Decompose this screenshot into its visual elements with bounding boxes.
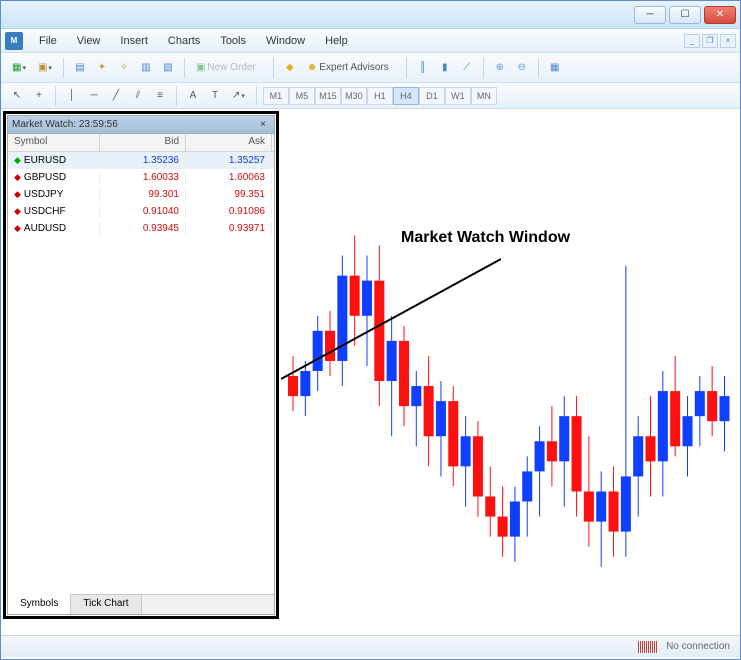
new-order-button[interactable]: ▣ New Order xyxy=(191,57,267,79)
app-icon: M xyxy=(5,32,23,50)
app-window: ─ ☐ ✕ M File View Insert Charts Tools Wi… xyxy=(0,0,741,660)
ask-value: 0.91086 xyxy=(186,205,272,218)
tile-windows-button[interactable]: ▦ xyxy=(545,57,565,79)
symbol-name: AUDUSD xyxy=(24,223,66,234)
annotation-line xyxy=(281,239,501,389)
ask-value: 1.35257 xyxy=(186,154,272,167)
candle-chart-button[interactable]: ▮ xyxy=(435,57,455,79)
workspace: Market Watch: 23:59:56 × Symbol Bid Ask … xyxy=(1,109,740,657)
bid-value: 99.301 xyxy=(100,188,186,201)
line-chart-button[interactable]: ⟋ xyxy=(457,57,477,79)
mdi-minimize-button[interactable]: _ xyxy=(684,34,700,48)
expert-advisors-button[interactable]: ☻ Expert Advisors xyxy=(302,57,400,79)
market-watch-title-text: Market Watch: 23:59:56 xyxy=(12,119,118,130)
market-watch-body: ◆EURUSD1.352361.35257◆GBPUSD1.600331.600… xyxy=(8,152,274,592)
menu-view[interactable]: View xyxy=(67,32,111,50)
timeframe-w1[interactable]: W1 xyxy=(445,87,471,105)
data-window-toggle[interactable]: ✧ xyxy=(114,57,134,79)
col-bid[interactable]: Bid xyxy=(100,134,186,151)
col-symbol[interactable]: Symbol xyxy=(8,134,100,151)
down-arrow-icon: ◆ xyxy=(14,172,21,183)
menubar: M File View Insert Charts Tools Window H… xyxy=(1,29,740,53)
strategy-tester-toggle[interactable]: ▧ xyxy=(158,57,178,79)
symbol-name: USDCHF xyxy=(24,206,66,217)
down-arrow-icon: ◆ xyxy=(14,189,21,200)
menu-window[interactable]: Window xyxy=(256,32,315,50)
market-watch-tabs: Symbols Tick Chart xyxy=(8,594,274,614)
timeframe-m30[interactable]: M30 xyxy=(341,87,367,105)
market-watch-title[interactable]: Market Watch: 23:59:56 × xyxy=(8,116,274,134)
close-button[interactable]: ✕ xyxy=(704,6,736,24)
maximize-button[interactable]: ☐ xyxy=(669,6,701,24)
navigator-toggle[interactable]: ✦ xyxy=(92,57,112,79)
mdi-close-button[interactable]: × xyxy=(720,34,736,48)
new-chart-button[interactable]: ▦▾ xyxy=(7,57,31,79)
text-label-tool[interactable]: A xyxy=(183,85,203,107)
bar-chart-button[interactable]: ║ xyxy=(413,57,433,79)
timeframe-h4[interactable]: H4 xyxy=(393,87,419,105)
timeframe-m15[interactable]: M15 xyxy=(315,87,341,105)
down-arrow-icon: ◆ xyxy=(14,223,21,234)
bid-value: 0.91040 xyxy=(100,205,186,218)
timeframe-d1[interactable]: D1 xyxy=(419,87,445,105)
market-watch-header: Symbol Bid Ask xyxy=(8,134,274,152)
horizontal-line-tool[interactable]: ─ xyxy=(84,85,104,107)
connection-icon xyxy=(638,641,658,653)
menu-tools[interactable]: Tools xyxy=(210,32,256,50)
ask-value: 0.93971 xyxy=(186,222,272,235)
menu-insert[interactable]: Insert xyxy=(110,32,158,50)
bid-value: 0.93945 xyxy=(100,222,186,235)
fibonacci-tool[interactable]: ≡ xyxy=(150,85,170,107)
symbol-name: GBPUSD xyxy=(24,172,66,183)
symbol-row-gbpusd[interactable]: ◆GBPUSD 1.600331.60063 xyxy=(8,169,274,186)
symbol-row-audusd[interactable]: ◆AUDUSD 0.939450.93971 xyxy=(8,220,274,237)
symbol-name: EURUSD xyxy=(24,155,66,166)
symbol-name: USDJPY xyxy=(24,189,63,200)
text-tool[interactable]: T xyxy=(205,85,225,107)
symbol-row-usdjpy[interactable]: ◆USDJPY 99.30199.351 xyxy=(8,186,274,203)
arrows-tool[interactable]: ↗▾ xyxy=(227,85,250,107)
zoom-in-button[interactable]: ⊕ xyxy=(490,57,510,79)
vertical-line-tool[interactable]: │ xyxy=(62,85,82,107)
profiles-button[interactable]: ▣▾ xyxy=(33,57,57,79)
menu-file[interactable]: File xyxy=(29,32,67,50)
menu-charts[interactable]: Charts xyxy=(158,32,210,50)
down-arrow-icon: ◆ xyxy=(14,206,21,217)
market-watch-toggle[interactable]: ▤ xyxy=(70,57,90,79)
annotation-label: Market Watch Window xyxy=(401,229,570,247)
up-arrow-icon: ◆ xyxy=(14,155,21,166)
market-watch-close-icon[interactable]: × xyxy=(256,118,270,132)
connection-status: No connection xyxy=(666,641,730,652)
trendline-tool[interactable]: ╱ xyxy=(106,85,126,107)
ask-value: 1.60063 xyxy=(186,171,272,184)
timeframe-mn[interactable]: MN xyxy=(471,87,497,105)
tab-tick-chart[interactable]: Tick Chart xyxy=(71,595,141,614)
col-ask[interactable]: Ask xyxy=(186,134,272,151)
crosshair-tool[interactable]: + xyxy=(29,85,49,107)
bid-value: 1.60033 xyxy=(100,171,186,184)
bid-value: 1.35236 xyxy=(100,154,186,167)
main-toolbar: ▦▾ ▣▾ ▤ ✦ ✧ ▥ ▧ ▣ New Order ◆ ☻ Expert A… xyxy=(1,53,740,83)
zoom-out-button[interactable]: ⊖ xyxy=(512,57,532,79)
symbol-row-usdchf[interactable]: ◆USDCHF 0.910400.91086 xyxy=(8,203,274,220)
cursor-tool[interactable]: ↖ xyxy=(7,85,27,107)
drawing-toolbar: ↖ + │ ─ ╱ ⫽ ≡ A T ↗▾ M1M5M15M30H1H4D1W1M… xyxy=(1,83,740,109)
minimize-button[interactable]: ─ xyxy=(634,6,666,24)
titlebar: ─ ☐ ✕ xyxy=(1,1,740,29)
market-watch-panel: Market Watch: 23:59:56 × Symbol Bid Ask … xyxy=(7,115,275,615)
statusbar: No connection xyxy=(1,635,740,657)
metaquotes-button[interactable]: ◆ xyxy=(280,57,300,79)
terminal-toggle[interactable]: ▥ xyxy=(136,57,156,79)
tab-symbols[interactable]: Symbols xyxy=(8,594,71,614)
symbol-row-eurusd[interactable]: ◆EURUSD 1.352361.35257 xyxy=(8,152,274,169)
menu-help[interactable]: Help xyxy=(315,32,358,50)
timeframe-m1[interactable]: M1 xyxy=(263,87,289,105)
timeframe-m5[interactable]: M5 xyxy=(289,87,315,105)
equidistant-channel-tool[interactable]: ⫽ xyxy=(128,85,148,107)
mdi-restore-button[interactable]: ❐ xyxy=(702,34,718,48)
timeframe-h1[interactable]: H1 xyxy=(367,87,393,105)
ask-value: 99.351 xyxy=(186,188,272,201)
